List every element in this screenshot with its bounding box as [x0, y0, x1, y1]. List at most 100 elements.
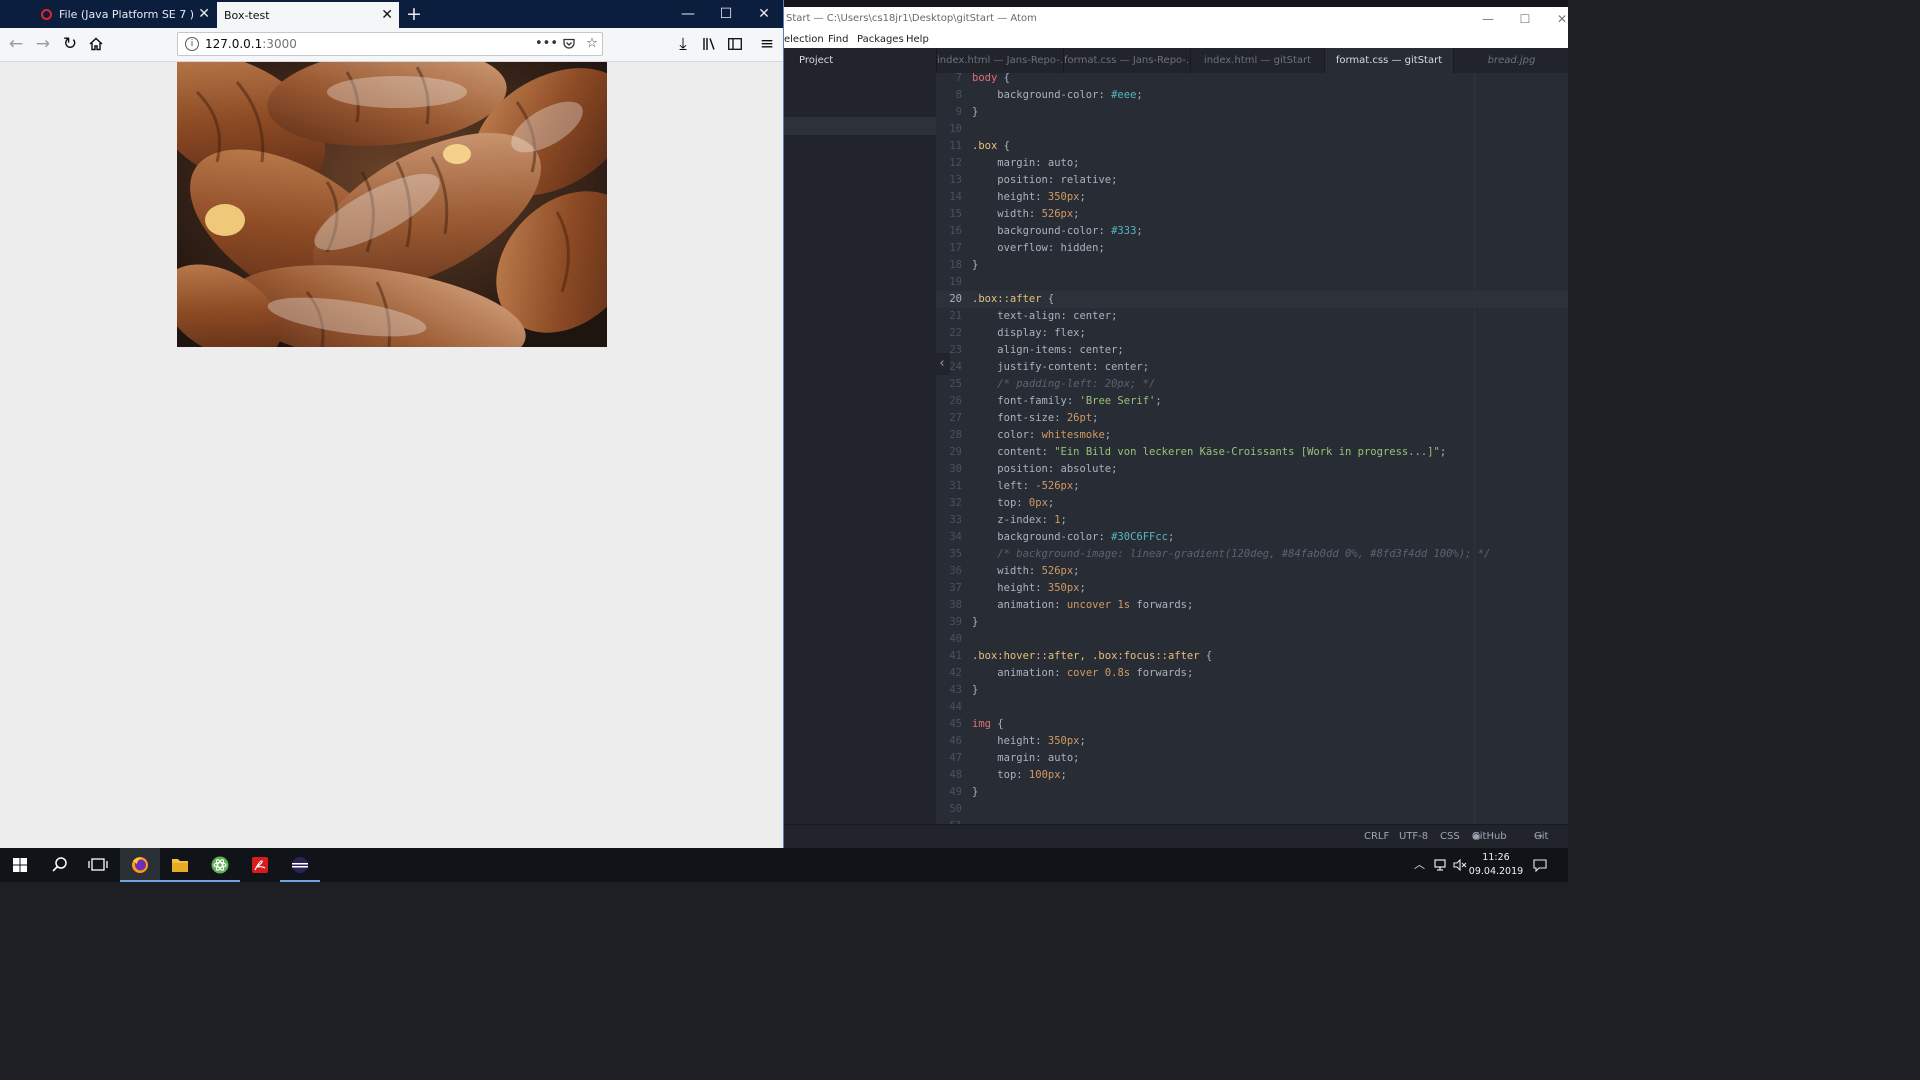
- taskbar-atom-icon[interactable]: [200, 848, 240, 882]
- code-line[interactable]: 14 height: 350px;: [936, 189, 1568, 206]
- start-windows-icon[interactable]: [0, 848, 40, 882]
- code-line[interactable]: 50: [936, 801, 1568, 818]
- back-arrow-icon[interactable]: ←: [4, 32, 28, 56]
- code-line[interactable]: 49}: [936, 784, 1568, 801]
- search-icon[interactable]: [40, 848, 80, 882]
- code-line[interactable]: 28 color: whitesmoke;: [936, 427, 1568, 444]
- code-line[interactable]: 37 height: 350px;: [936, 580, 1568, 597]
- code-line[interactable]: 18}: [936, 257, 1568, 274]
- project-panel-tab[interactable]: Project: [784, 48, 936, 73]
- site-info-icon[interactable]: i: [185, 37, 199, 51]
- bookmark-star-icon[interactable]: ☆: [582, 33, 602, 55]
- show-hidden-icons-chevron-icon[interactable]: ︿: [1414, 848, 1425, 882]
- code-line[interactable]: 36 width: 526px;: [936, 563, 1568, 580]
- network-icon[interactable]: [1434, 848, 1448, 882]
- taskbar-firefox-icon[interactable]: [120, 848, 160, 882]
- close-tab-icon[interactable]: ✕: [381, 2, 393, 28]
- reload-icon[interactable]: ↻: [58, 32, 82, 56]
- code-line[interactable]: 11 .box {: [936, 138, 1568, 155]
- code-line[interactable]: 25 /* padding-left: 20px; */: [936, 376, 1568, 393]
- code-line[interactable]: 38 animation: uncover 1s forwards;: [936, 597, 1568, 614]
- menu-packages[interactable]: Packages: [857, 31, 904, 48]
- editor-tab-index-jans[interactable]: index.html — Jans-Repo-...: [936, 48, 1063, 73]
- code-line[interactable]: 48 top: 100px;: [936, 767, 1568, 784]
- system-clock[interactable]: 11:26 09.04.2019: [1466, 851, 1526, 879]
- pocket-icon[interactable]: [559, 33, 579, 58]
- page-actions-icon[interactable]: •••: [535, 33, 558, 55]
- line-text: overflow: hidden;: [997, 242, 1105, 254]
- grammar-indicator[interactable]: CSS: [1440, 825, 1460, 848]
- minimize-icon[interactable]: —: [1470, 7, 1506, 31]
- code-line[interactable]: 45 img {: [936, 716, 1568, 733]
- maximize-icon[interactable]: ☐: [1507, 7, 1543, 31]
- code-line[interactable]: 8 background-color: #eee;: [936, 87, 1568, 104]
- code-line[interactable]: 30 position: absolute;: [936, 461, 1568, 478]
- code-line[interactable]: 34 background-color: #30C6FFcc;: [936, 529, 1568, 546]
- new-tab-plus-icon[interactable]: +: [404, 1, 424, 27]
- code-line[interactable]: 12 margin: auto;: [936, 155, 1568, 172]
- editor-tab-format-jans[interactable]: format.css — Jans-Repo-...: [1063, 48, 1190, 73]
- code-line[interactable]: 19: [936, 274, 1568, 291]
- code-line[interactable]: 29 content: "Ein Bild von leckeren Käse-…: [936, 444, 1568, 461]
- maximize-icon[interactable]: ☐: [707, 0, 745, 28]
- code-line[interactable]: 31 left: -526px;: [936, 478, 1568, 495]
- action-center-icon[interactable]: [1533, 848, 1547, 882]
- code-line[interactable]: 22 display: flex;: [936, 325, 1568, 342]
- library-icon[interactable]: [697, 32, 721, 56]
- code-line[interactable]: 13 position: relative;: [936, 172, 1568, 189]
- menu-help[interactable]: Help: [906, 31, 929, 48]
- code-line[interactable]: 44: [936, 699, 1568, 716]
- code-line[interactable]: 17 overflow: hidden;: [936, 240, 1568, 257]
- code-line-current[interactable]: 20 .box::after {: [936, 291, 1568, 308]
- code-line[interactable]: 26 font-family: 'Bree Serif';: [936, 393, 1568, 410]
- downloads-icon[interactable]: ⤓: [671, 32, 695, 56]
- code-line[interactable]: 15 width: 526px;: [936, 206, 1568, 223]
- code-line[interactable]: 47 margin: auto;: [936, 750, 1568, 767]
- home-icon[interactable]: [84, 32, 108, 56]
- editor-tab-bread-jpg[interactable]: bread.jpg: [1453, 48, 1568, 73]
- editor-tab-index-gitstart[interactable]: index.html — gitStart: [1190, 48, 1324, 73]
- code-line[interactable]: 9}: [936, 104, 1568, 121]
- code-line[interactable]: 33 z-index: 1;: [936, 512, 1568, 529]
- code-line[interactable]: 32 top: 0px;: [936, 495, 1568, 512]
- forward-arrow-icon[interactable]: →: [31, 32, 55, 56]
- taskbar-eclipse-icon[interactable]: [280, 848, 320, 882]
- close-tab-icon[interactable]: ✕: [198, 1, 210, 28]
- project-tree-panel[interactable]: [784, 73, 936, 824]
- menu-selection[interactable]: election: [784, 31, 824, 48]
- tree-selected-row[interactable]: [784, 117, 936, 135]
- code-line[interactable]: 24 justify-content: center;: [936, 359, 1568, 376]
- task-view-icon[interactable]: [78, 848, 118, 882]
- code-line[interactable]: 39}: [936, 614, 1568, 631]
- code-line[interactable]: 27 font-size: 26pt;: [936, 410, 1568, 427]
- encoding-indicator[interactable]: UTF-8: [1399, 825, 1428, 848]
- url-bar[interactable]: i 127.0.0.1:3000 ••• ☆: [177, 32, 603, 56]
- minimize-icon[interactable]: —: [669, 0, 707, 28]
- taskbar-acrobat-icon[interactable]: [240, 848, 280, 882]
- code-line[interactable]: 21 text-align: center;: [936, 308, 1568, 325]
- sidebar-toggle-icon[interactable]: [723, 32, 747, 56]
- code-line[interactable]: 35 /* background-image: linear-gradient(…: [936, 546, 1568, 563]
- code-line[interactable]: 7 body {: [936, 73, 1568, 87]
- collapse-panel-chevron-icon[interactable]: ‹: [934, 353, 950, 375]
- editor-tab-format-gitstart[interactable]: format.css — gitStart: [1324, 48, 1453, 73]
- browser-tab-box-test[interactable]: Box-test ✕: [217, 2, 399, 28]
- close-window-icon[interactable]: ✕: [745, 0, 783, 28]
- menu-find[interactable]: Find: [828, 31, 849, 48]
- code-line[interactable]: 10: [936, 121, 1568, 138]
- line-ending-indicator[interactable]: CRLF: [1364, 825, 1389, 848]
- browser-tab-java-docs[interactable]: File (Java Platform SE 7 ) ✕: [36, 1, 216, 28]
- code-line[interactable]: 41 .box:hover::after, .box:focus::after {: [936, 648, 1568, 665]
- code-editor[interactable]: 7 body {8 background-color: #eee; 9} 10 11 .b…: [936, 73, 1568, 824]
- hamburger-menu-icon[interactable]: ≡: [755, 32, 779, 56]
- tab-label: Box-test: [224, 9, 270, 22]
- close-window-icon[interactable]: ✕: [1544, 7, 1568, 31]
- code-line[interactable]: 42 animation: cover 0.8s forwards;: [936, 665, 1568, 682]
- code-line[interactable]: 16 background-color: #333;: [936, 223, 1568, 240]
- code-line[interactable]: 23 align-items: center;: [936, 342, 1568, 359]
- volume-muted-icon[interactable]: [1453, 848, 1467, 882]
- code-line[interactable]: 46 height: 350px;: [936, 733, 1568, 750]
- code-line[interactable]: 40: [936, 631, 1568, 648]
- code-line[interactable]: 43}: [936, 682, 1568, 699]
- taskbar-file-explorer-icon[interactable]: [160, 848, 200, 882]
